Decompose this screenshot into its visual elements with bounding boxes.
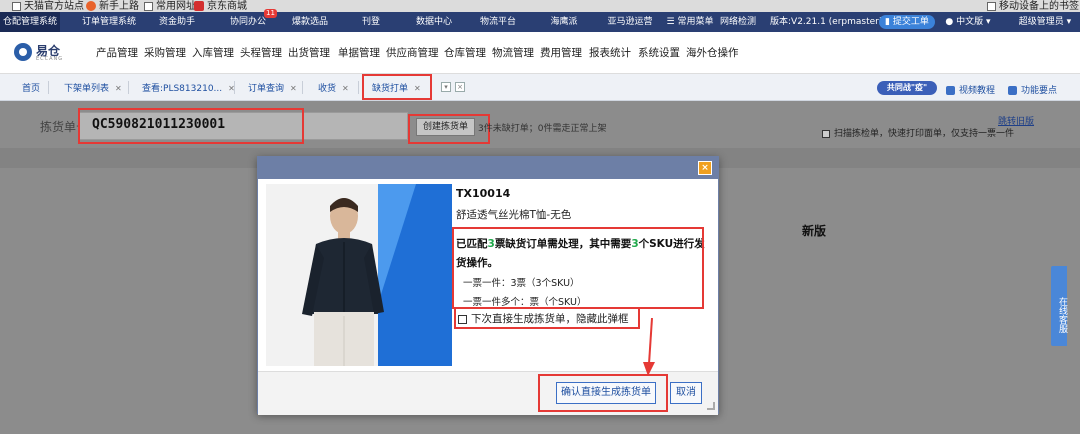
version-label: 版本:V2.21.1 (erpmaster) bbox=[770, 17, 883, 27]
topnav-item[interactable]: ☰ 常用菜单 bbox=[664, 12, 716, 32]
menu-item[interactable]: 海外仓操作 bbox=[686, 45, 739, 60]
menu-item[interactable]: 产品管理 bbox=[96, 45, 138, 60]
video-tutorial-link[interactable]: 视频教程 bbox=[946, 83, 995, 96]
tab-view-pls[interactable]: 查看:PLS813210... ✕ bbox=[142, 81, 235, 94]
bookmark-mobile[interactable]: 移动设备上的书签 bbox=[987, 0, 1079, 12]
close-icon[interactable]: × bbox=[698, 161, 712, 175]
video-icon bbox=[946, 86, 955, 95]
bookmark-icon bbox=[1008, 86, 1017, 95]
cancel-button[interactable]: 取消 bbox=[670, 382, 702, 404]
menu-item[interactable]: 费用管理 bbox=[540, 45, 582, 60]
resize-grip-icon[interactable] bbox=[707, 402, 715, 410]
bookmarks-bar: 天猫官方站点 新手上路 常用网址 京东商城 移动设备上的书签 bbox=[0, 0, 1080, 12]
highlight-box bbox=[538, 374, 668, 412]
product-name: 舒适透气丝光棉T恤-无色 bbox=[456, 209, 572, 221]
menu-item[interactable]: 物流管理 bbox=[492, 45, 534, 60]
highlight-box bbox=[78, 108, 304, 144]
topnav-item[interactable]: 物流平台 bbox=[476, 12, 520, 32]
topnav-item[interactable]: 刊登 bbox=[356, 12, 386, 32]
tab-takedown-list[interactable]: 下架单列表 ✕ bbox=[64, 81, 122, 94]
notification-badge: 11 bbox=[264, 9, 277, 18]
menu-item[interactable]: 入库管理 bbox=[192, 45, 234, 60]
product-sku: TX10014 bbox=[456, 187, 511, 200]
menu-item[interactable]: 头程管理 bbox=[240, 45, 282, 60]
menu-item[interactable]: 仓库管理 bbox=[444, 45, 486, 60]
scan-option[interactable]: 扫描拣检单，快速打印面单，仅支持一票一件 bbox=[822, 126, 1014, 139]
menu-item[interactable]: 出货管理 bbox=[288, 45, 330, 60]
promo-badge[interactable]: 共同战"疫" bbox=[877, 81, 937, 95]
close-icon[interactable]: ✕ bbox=[342, 84, 349, 93]
highlight-box bbox=[362, 74, 432, 100]
menu-item[interactable]: 单据管理 bbox=[338, 45, 380, 60]
main-menu-bar: 易仓 ECCANG 产品管理 采购管理 入库管理 头程管理 出货管理 单据管理 … bbox=[0, 32, 1080, 74]
scan-option-checkbox[interactable] bbox=[822, 129, 830, 138]
bookmark-item[interactable]: 京东商城 bbox=[194, 0, 247, 12]
language-select[interactable]: ● 中文版 ▾ bbox=[940, 12, 996, 32]
globe-icon: ● bbox=[945, 17, 954, 27]
topnav-item[interactable]: 网络检测 bbox=[716, 12, 760, 32]
pick-form-row: 拣货单号 QC590821011230001 创建拣货单 3件未缺打单；0件需走… bbox=[0, 106, 1050, 146]
menu-item[interactable]: 报表统计 bbox=[589, 45, 631, 60]
topnav-item[interactable]: 数据中心 bbox=[412, 12, 456, 32]
menu-item[interactable]: 供应商管理 bbox=[386, 45, 439, 60]
pick-note: 3件未缺打单；0件需走正常上架 bbox=[478, 124, 607, 134]
logo: 易仓 ECCANG bbox=[14, 42, 74, 64]
user-menu[interactable]: 超级管理员 ▾ bbox=[1010, 12, 1080, 32]
topnav-item[interactable]: 海鹰派 bbox=[546, 12, 582, 32]
bookmark-item[interactable]: 常用网址 bbox=[144, 0, 196, 12]
online-service-tab[interactable]: 在线客服 bbox=[1051, 266, 1067, 346]
close-icon[interactable]: ✕ bbox=[290, 84, 297, 93]
topnav-item[interactable]: 爆款选品 bbox=[288, 12, 332, 32]
top-nav: 仓配管理系统 订单管理系统 资金助手 协同办公 11 爆款选品 刊登 数据中心 物… bbox=[0, 9, 1080, 32]
menu-item[interactable]: 采购管理 bbox=[144, 45, 186, 60]
highlight-box bbox=[452, 227, 704, 309]
topnav-item[interactable]: 亚马逊运营 bbox=[604, 12, 656, 32]
tab-order-search[interactable]: 订单查询 ✕ bbox=[248, 81, 297, 94]
feature-points-link[interactable]: 功能要点 bbox=[1008, 83, 1057, 96]
submit-ticket-button[interactable]: ▮ 提交工单 bbox=[879, 15, 935, 29]
logo-mark-icon bbox=[14, 43, 32, 61]
tab-receiving[interactable]: 收货 ✕ bbox=[318, 81, 349, 94]
dialog-header: × bbox=[258, 157, 718, 179]
new-version-annotation: 新版 bbox=[802, 224, 827, 238]
topnav-item[interactable]: 协同办公 11 bbox=[226, 9, 277, 32]
close-icon[interactable]: ✕ bbox=[115, 84, 122, 93]
bookmark-item[interactable]: 天猫官方站点 bbox=[12, 0, 84, 12]
tab-list-dropdown-icon[interactable]: ▾ bbox=[441, 82, 451, 92]
topnav-item[interactable]: 资金助手 bbox=[150, 12, 204, 32]
red-arrow-icon bbox=[643, 318, 655, 376]
tab-close-all-icon[interactable]: × bbox=[455, 82, 465, 92]
bookmark-item[interactable]: 新手上路 bbox=[86, 0, 139, 12]
highlight-box bbox=[454, 307, 640, 329]
tab-home[interactable]: 首页 bbox=[22, 81, 40, 94]
topnav-item[interactable]: 订单管理系统 bbox=[76, 12, 142, 32]
product-image bbox=[266, 184, 452, 366]
topnav-item[interactable]: 仓配管理系统 bbox=[0, 12, 60, 32]
menu-item[interactable]: 系统设置 bbox=[638, 45, 680, 60]
